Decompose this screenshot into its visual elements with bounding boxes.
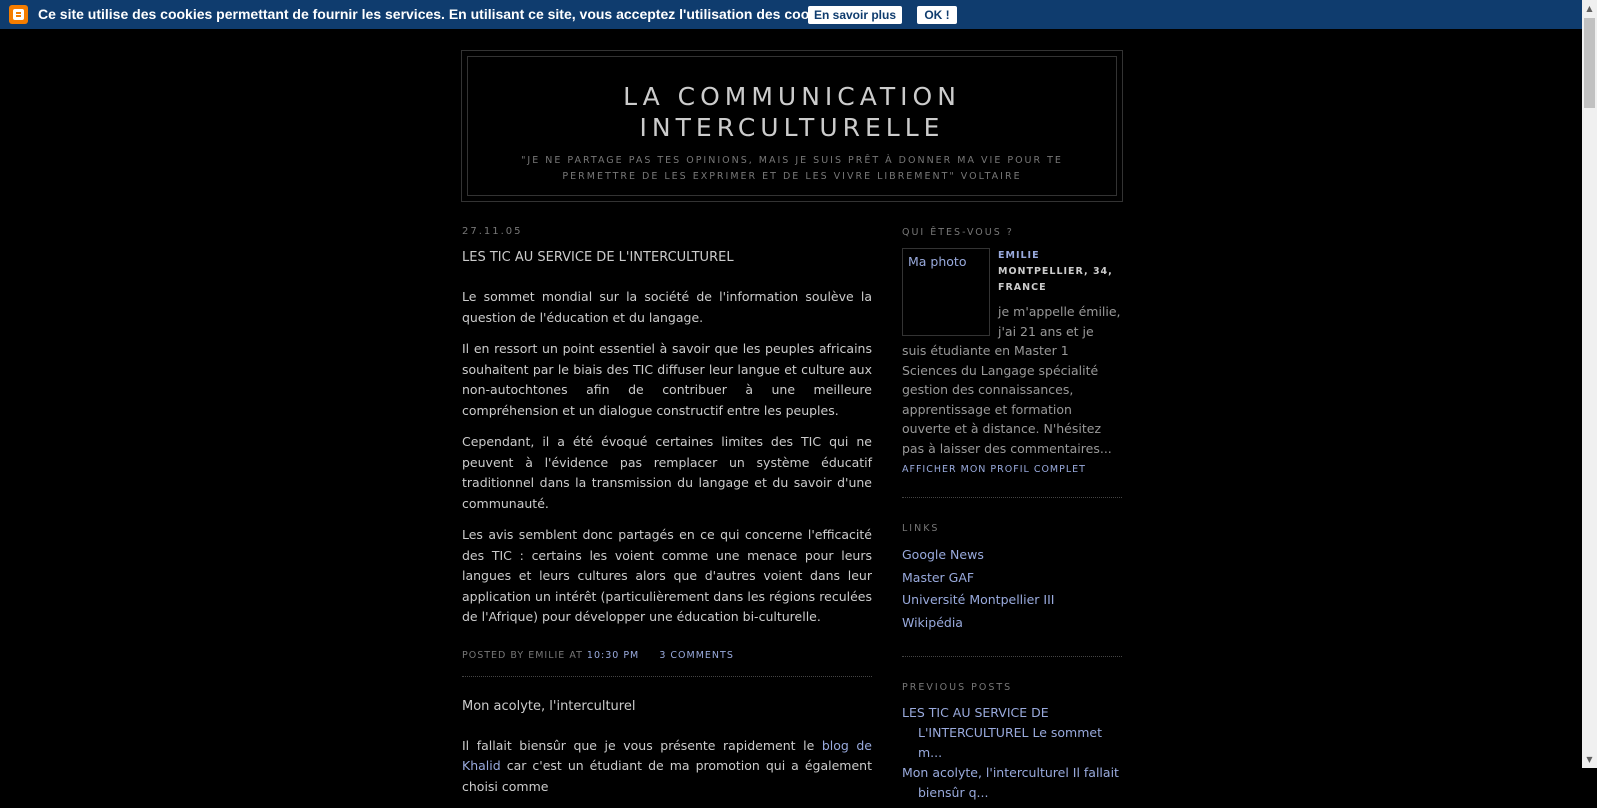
post-text: Il fallait biensûr que je vous présente … — [462, 737, 815, 753]
learn-more-button[interactable]: En savoir plus — [808, 6, 902, 24]
post-paragraph: Cependant, il a été évoqué certaines lim… — [462, 434, 872, 511]
previous-posts-section: PREVIOUS POSTS LES TIC AU SERVICE DE L'I… — [902, 656, 1122, 803]
previous-post-item[interactable]: LES TIC AU SERVICE DE L'INTERCULTUREL Le… — [902, 703, 1122, 763]
links-heading: LINKS — [902, 523, 940, 534]
post-footer: POSTED BY EMILIE AT 10:30 PM 3 COMMENTS — [462, 650, 872, 677]
links-list: Google News Master GAF Université Montpe… — [902, 544, 1122, 634]
comments-link[interactable]: 3 COMMENTS — [659, 650, 734, 661]
blog-description: "JE NE PARTAGE PAS TES OPINIONS, MAIS JE… — [521, 155, 1063, 182]
cookie-consent-bar: Ce site utilise des cookies permettant d… — [0, 0, 1582, 29]
link-item-master-gaf[interactable]: Master GAF — [902, 567, 1122, 590]
post-author: POSTED BY EMILIE AT — [462, 649, 583, 661]
full-profile-link[interactable]: AFFICHER MON PROFIL COMPLET — [902, 464, 1122, 475]
profile-photo-label[interactable]: Ma photo — [908, 254, 989, 269]
link-item-wikipedia[interactable]: Wikipédia — [902, 612, 1122, 635]
post-title: Mon acolyte, l'interculturel — [462, 698, 636, 714]
blog-header: LA COMMUNICATION INTERCULTURELLE "JE NE … — [461, 50, 1123, 202]
scrollbar-thumb[interactable] — [1584, 18, 1595, 108]
blog-title[interactable]: LA COMMUNICATION INTERCULTURELLE — [508, 81, 1076, 143]
profile-photo[interactable]: Ma photo — [902, 248, 990, 336]
blogger-icon — [9, 5, 28, 24]
post-title: LES TIC AU SERVICE DE L'INTERCULTUREL — [462, 250, 734, 265]
blog-header-inner: LA COMMUNICATION INTERCULTURELLE "JE NE … — [467, 56, 1117, 196]
cookie-message: Ce site utilise des cookies permettant d… — [38, 6, 841, 22]
post-paragraph: Il en ressort un point essentiel à savoi… — [462, 341, 872, 418]
post-2: Mon acolyte, l'interculturel Il fallait … — [462, 699, 872, 798]
sidebar: QUI ÊTES-VOUS ? Ma photo EMILIE MONTPELL… — [902, 222, 1122, 803]
previous-posts-heading: PREVIOUS POSTS — [902, 682, 1013, 693]
scroll-up-arrow-icon[interactable]: ▲ — [1582, 0, 1597, 17]
accept-cookies-button[interactable]: OK ! — [917, 6, 957, 24]
post-permalink[interactable]: 10:30 PM — [587, 650, 639, 661]
previous-post-item[interactable]: Mon acolyte, l'interculturel Il fallait … — [902, 763, 1122, 803]
about-heading: QUI ÊTES-VOUS ? — [902, 227, 1014, 238]
scroll-down-arrow-icon[interactable]: ▼ — [1582, 751, 1597, 768]
link-item-universite[interactable]: Université Montpellier III — [902, 589, 1122, 612]
post-body: Il fallait biensûr que je vous présente … — [462, 736, 872, 798]
link-item-google-news[interactable]: Google News — [902, 544, 1122, 567]
main-column: 27.11.05 LES TIC AU SERVICE DE L'INTERCU… — [462, 222, 872, 808]
post-text: car c'est un étudiant de ma promotion qu… — [462, 758, 872, 794]
post-paragraph: Les avis semblent donc partagés en ce qu… — [462, 527, 872, 624]
links-section: LINKS Google News Master GAF Université … — [902, 497, 1122, 634]
previous-posts-list: LES TIC AU SERVICE DE L'INTERCULTUREL Le… — [902, 703, 1122, 803]
post-date: 27.11.05 — [462, 226, 523, 237]
post-paragraph: Il fallait biensûr que je vous présente … — [462, 736, 872, 798]
post-paragraph: Le sommet mondial sur la société de l'in… — [462, 289, 872, 325]
post-body: Le sommet mondial sur la société de l'in… — [462, 287, 872, 628]
vertical-scrollbar[interactable]: ▲ ▼ — [1582, 0, 1597, 768]
